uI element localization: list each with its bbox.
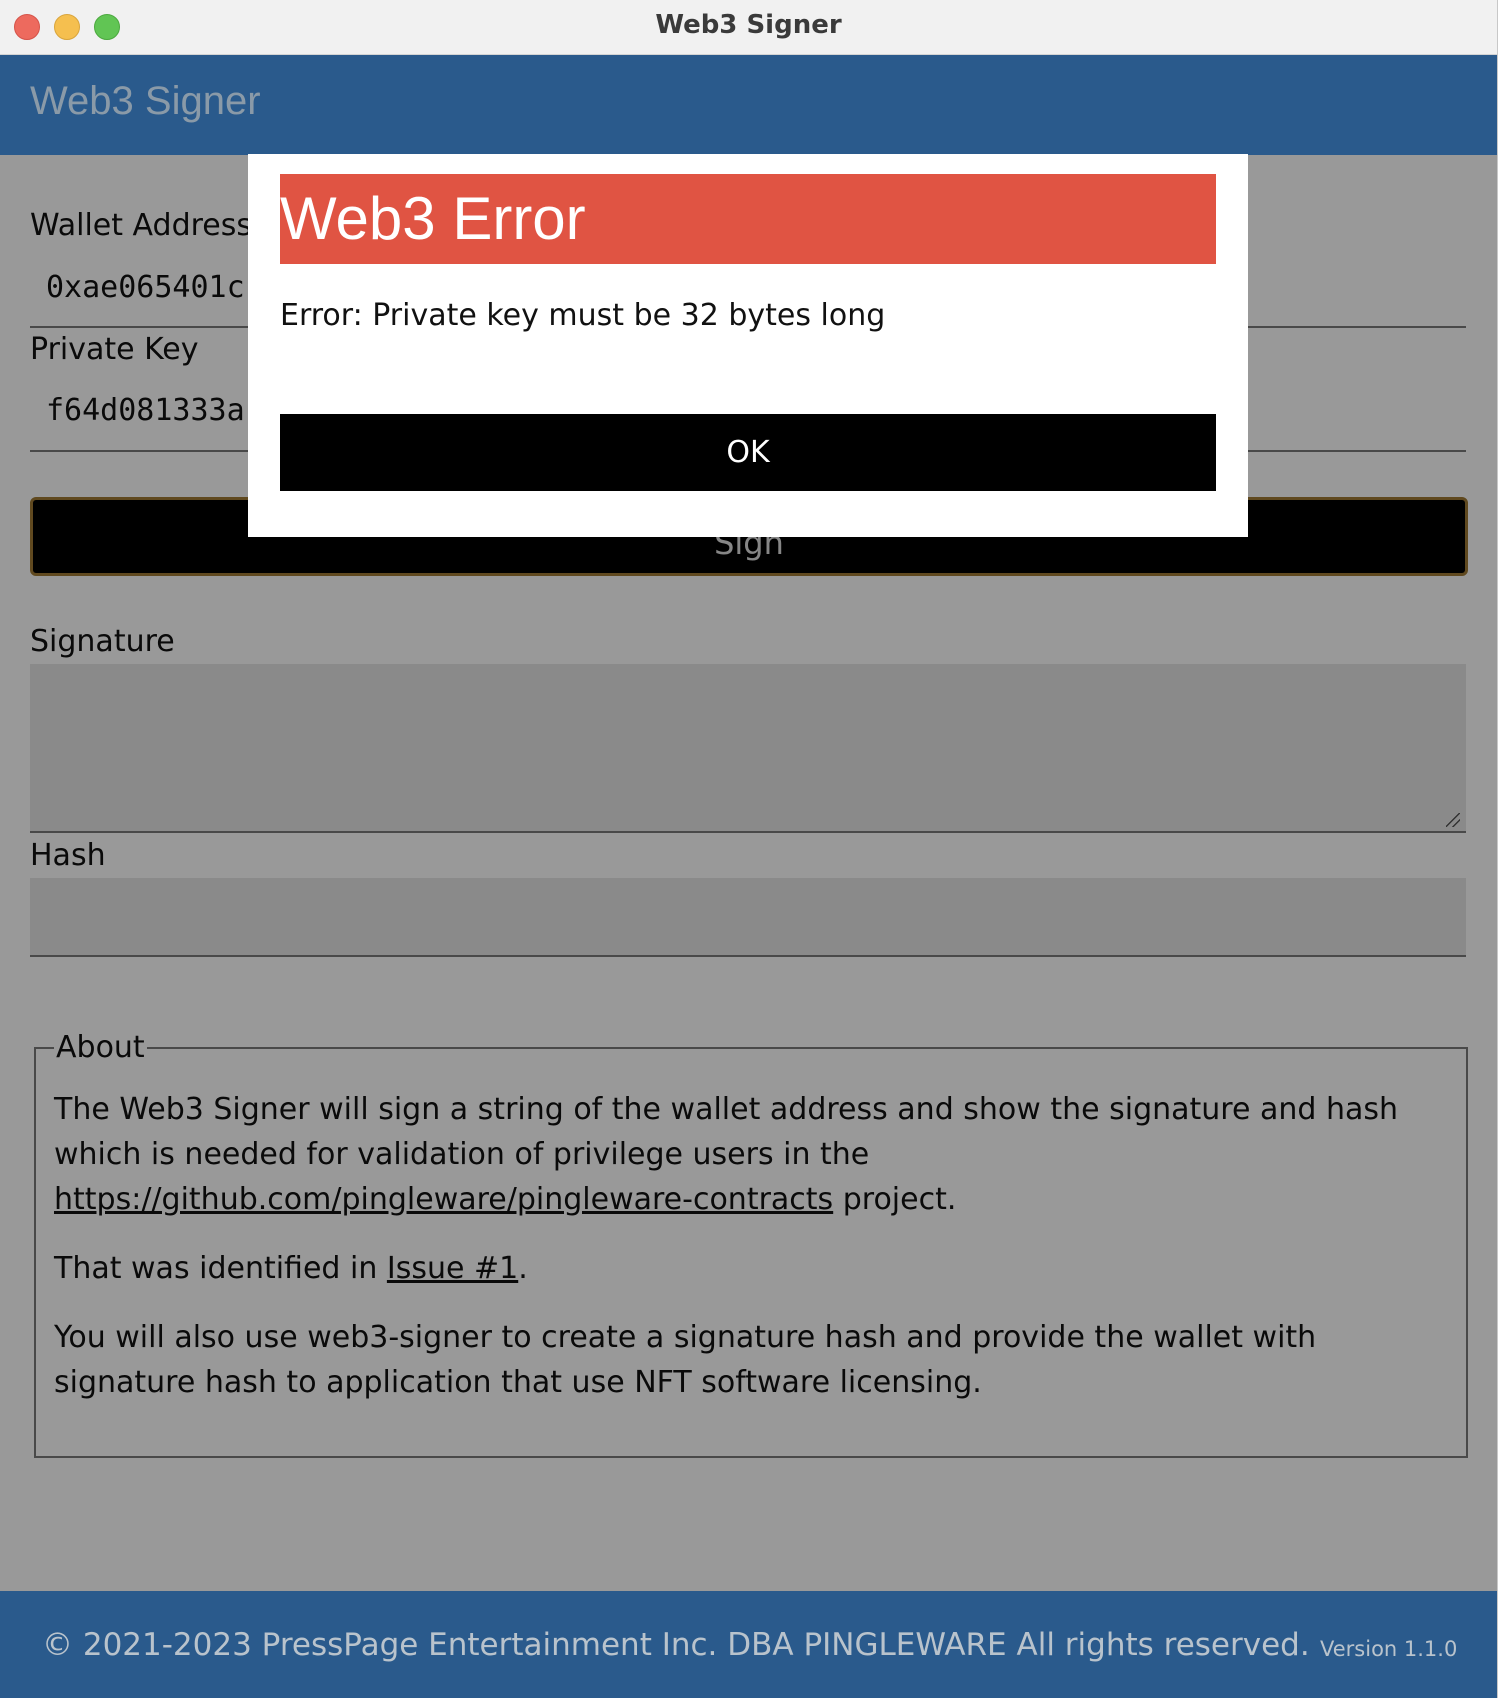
error-dialog-header: Web3 Error [280,174,1216,264]
ok-button[interactable]: OK [280,414,1216,491]
error-dialog-title: Web3 Error [280,185,586,252]
error-message: Error: Private key must be 32 bytes long [280,298,886,333]
footer: © 2021-2023 PressPage Entertainment Inc.… [0,1591,1497,1698]
window-title: Web3 Signer [655,10,842,40]
app-header: Web3 Signer [0,55,1497,155]
error-dialog: Web3 Error Error: Private key must be 32… [248,154,1248,537]
edge-mark-icon [1494,480,1500,494]
copyright-text: © 2021-2023 PressPage Entertainment Inc.… [42,1627,1310,1663]
version-text: Version 1.1.0 [1320,1637,1458,1661]
app-window: Web3 Signer Web3 Signer Wallet Address 0… [0,0,1498,1698]
app-title: Web3 Signer [30,79,261,123]
title-bar: Web3 Signer [0,0,1497,55]
